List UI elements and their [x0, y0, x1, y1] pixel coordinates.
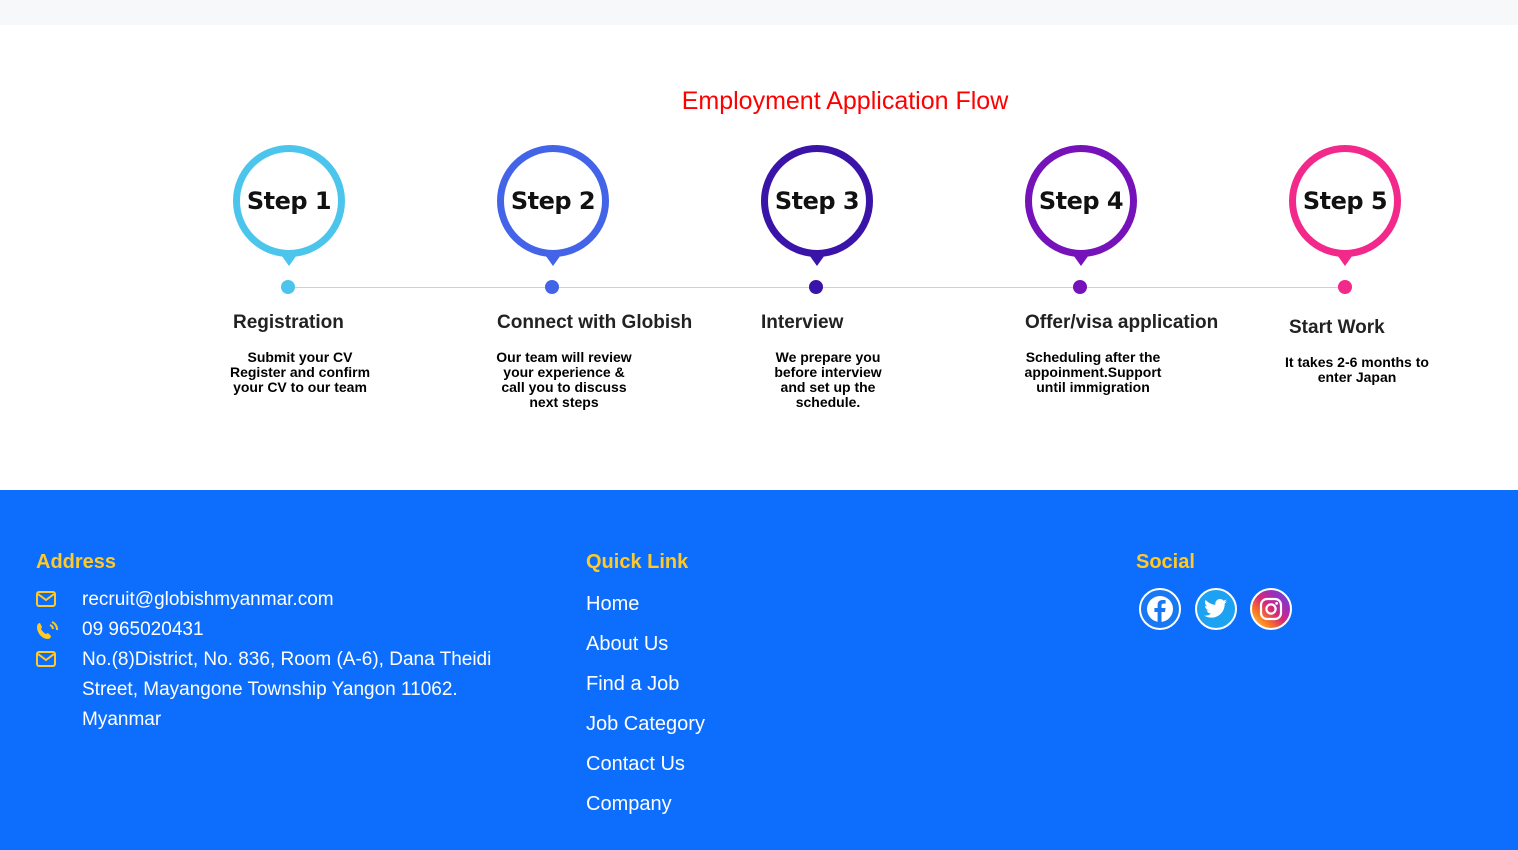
step-5-description: It takes 2-6 months to enter Japan — [1285, 354, 1429, 385]
address-heading: Address — [36, 551, 117, 573]
step-5-pin: Step 5 — [1289, 145, 1401, 257]
step-1-badge: Step 1 — [246, 187, 332, 215]
step-2-badge: Step 2 — [510, 187, 596, 215]
step-4-description: Scheduling after the appoinment.Support … — [1024, 349, 1162, 395]
facebook-icon[interactable] — [1139, 588, 1181, 630]
quick-link-heading: Quick Link — [586, 551, 689, 573]
step-4-pin: Step 4 — [1025, 145, 1137, 257]
top-strip — [0, 0, 1518, 25]
envelope-icon — [36, 585, 82, 615]
step-2-description: Our team will review your experience & c… — [496, 349, 632, 410]
email-link[interactable]: recruit@globishmyanmar.com — [82, 585, 522, 615]
phone-volume-icon — [36, 615, 82, 645]
step-4-dot — [1073, 280, 1087, 294]
step-2-pin: Step 2 — [497, 145, 609, 257]
step-3-description: We prepare you before interview and set … — [774, 349, 882, 410]
quick-link-find-a-job[interactable]: Find a Job — [586, 673, 679, 696]
quick-link-about-us[interactable]: About Us — [586, 633, 668, 656]
step-2-pin-tip — [543, 252, 563, 266]
email-row: recruit@globishmyanmar.com — [36, 585, 522, 615]
step-5-pin-tip — [1335, 252, 1355, 266]
phone-link[interactable]: 09 965020431 — [82, 615, 522, 645]
step-1-description: Submit your CV Register and confirm your… — [229, 349, 371, 395]
step-1-dot — [281, 280, 295, 294]
step-2-dot — [545, 280, 559, 294]
quick-link-job-category[interactable]: Job Category — [586, 713, 705, 736]
step-3-pin: Step 3 — [761, 145, 873, 257]
quick-link-home[interactable]: Home — [586, 593, 639, 616]
quick-link-contact-us[interactable]: Contact Us — [586, 753, 685, 776]
twitter-icon[interactable] — [1195, 588, 1237, 630]
phone-row: 09 965020431 — [36, 615, 522, 645]
envelope-icon — [36, 645, 82, 735]
step-1-pin: Step 1 — [233, 145, 345, 257]
flow-title: Employment Application Flow — [681, 87, 1009, 115]
social-heading: Social — [1136, 551, 1195, 573]
step-1-title: Registration — [233, 312, 344, 333]
step-4-pin-tip — [1071, 252, 1091, 266]
step-1-pin-tip — [279, 252, 299, 266]
site-footer: Address recruit@globishmyanmar.com 09 96… — [0, 490, 1518, 850]
step-3-badge: Step 3 — [774, 187, 860, 215]
step-5-title: Start Work — [1289, 317, 1385, 338]
location-row: No.(8)District, No. 836, Room (A-6), Dan… — [36, 645, 522, 735]
step-3-dot — [809, 280, 823, 294]
instagram-icon[interactable] — [1250, 588, 1292, 630]
location-text: No.(8)District, No. 836, Room (A-6), Dan… — [82, 649, 492, 730]
quick-link-company[interactable]: Company — [586, 793, 672, 816]
step-3-pin-tip — [807, 252, 827, 266]
step-4-badge: Step 4 — [1038, 187, 1124, 215]
step-4-title: Offer/visa application — [1025, 312, 1219, 333]
step-5-dot — [1338, 280, 1352, 294]
step-2-title: Connect with Globish — [497, 312, 693, 333]
step-5-badge: Step 5 — [1302, 187, 1388, 215]
step-3-title: Interview — [761, 312, 844, 333]
